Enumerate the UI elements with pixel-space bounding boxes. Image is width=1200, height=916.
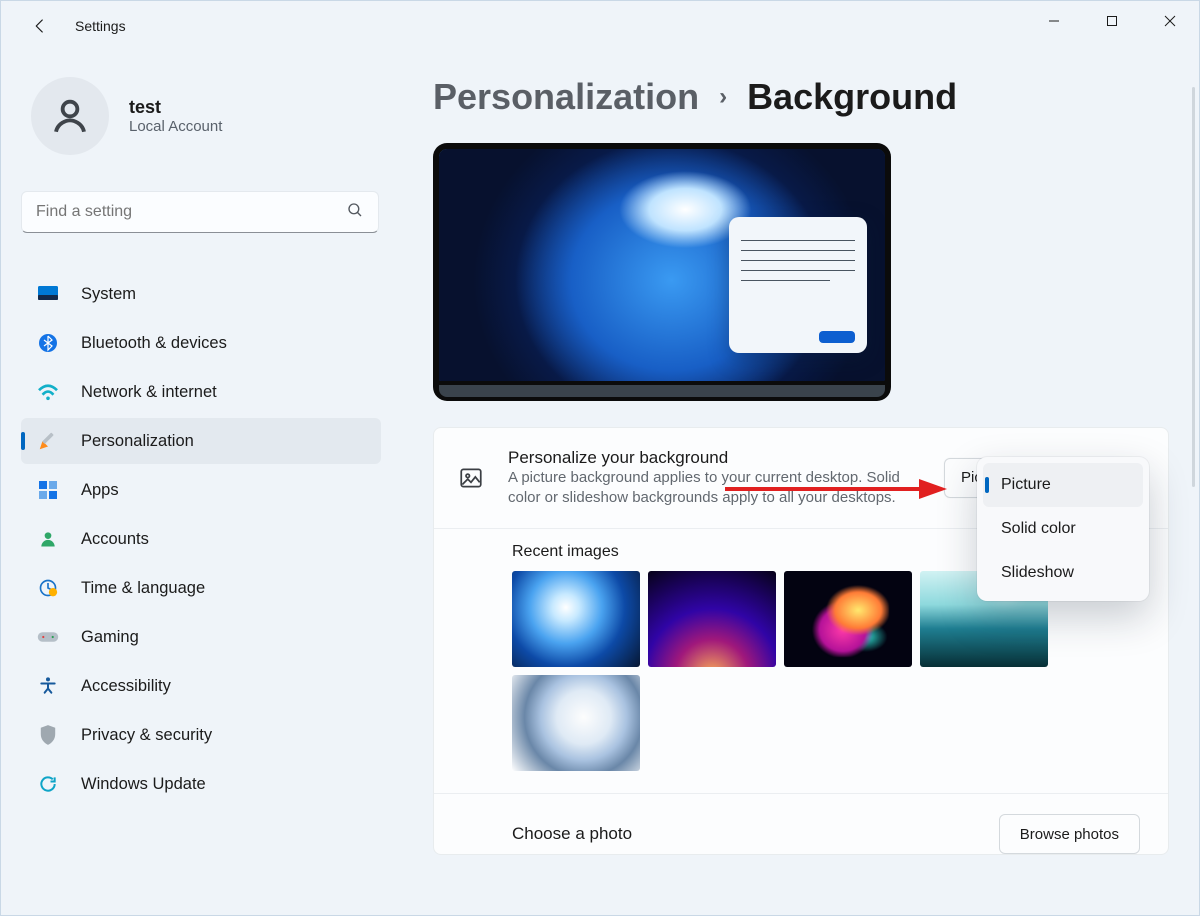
- menu-option-picture[interactable]: Picture: [983, 463, 1143, 507]
- menu-option-slideshow[interactable]: Slideshow: [983, 551, 1143, 595]
- choose-photo-label: Choose a photo: [512, 824, 632, 844]
- network-icon: [37, 381, 59, 403]
- bluetooth-icon: [37, 332, 59, 354]
- account-type: Local Account: [129, 118, 222, 135]
- sidebar-item-label: Accessibility: [81, 677, 171, 696]
- search-input[interactable]: [36, 203, 346, 221]
- apps-icon: [37, 479, 59, 501]
- sidebar-nav: System Bluetooth & devices Network & int…: [21, 271, 381, 807]
- sidebar-item-accounts[interactable]: Accounts: [21, 516, 381, 562]
- recent-image-thumb[interactable]: [512, 675, 640, 771]
- recent-image-thumb[interactable]: [784, 571, 912, 667]
- sidebar-item-label: Bluetooth & devices: [81, 334, 227, 353]
- sidebar-item-label: Personalization: [81, 432, 194, 451]
- avatar: [31, 77, 109, 155]
- picture-icon: [458, 465, 484, 491]
- sidebar-item-gaming[interactable]: Gaming: [21, 614, 381, 660]
- sidebar-item-label: Time & language: [81, 579, 205, 598]
- sidebar-item-apps[interactable]: Apps: [21, 467, 381, 513]
- recent-image-thumb[interactable]: [648, 571, 776, 667]
- personalization-icon: [37, 430, 59, 452]
- sidebar-item-windows-update[interactable]: Windows Update: [21, 761, 381, 807]
- app-title: Settings: [75, 18, 126, 34]
- account-block[interactable]: test Local Account: [21, 77, 381, 155]
- account-name: test: [129, 97, 222, 118]
- time-language-icon: [37, 577, 59, 599]
- breadcrumb-current: Background: [747, 77, 957, 117]
- windows-update-icon: [37, 773, 59, 795]
- search-box[interactable]: [21, 191, 379, 233]
- titlebar: Settings: [1, 1, 1199, 51]
- sidebar-item-time-language[interactable]: Time & language: [21, 565, 381, 611]
- sidebar-item-label: System: [81, 285, 136, 304]
- menu-option-solid-color[interactable]: Solid color: [983, 507, 1143, 551]
- setting-heading: Personalize your background: [508, 448, 920, 468]
- breadcrumb-parent[interactable]: Personalization: [433, 77, 699, 117]
- sidebar-item-accessibility[interactable]: Accessibility: [21, 663, 381, 709]
- setting-description: A picture background applies to your cur…: [508, 468, 920, 509]
- search-icon: [346, 201, 364, 224]
- sidebar-item-label: Windows Update: [81, 775, 206, 794]
- sidebar-item-network[interactable]: Network & internet: [21, 369, 381, 415]
- scrollbar[interactable]: [1192, 87, 1195, 487]
- sidebar-item-system[interactable]: System: [21, 271, 381, 317]
- close-button[interactable]: [1141, 1, 1199, 41]
- sidebar-item-personalization[interactable]: Personalization: [21, 418, 381, 464]
- sidebar-item-label: Privacy & security: [81, 726, 212, 745]
- sidebar-item-label: Accounts: [81, 530, 149, 549]
- sidebar-item-label: Network & internet: [81, 383, 217, 402]
- desktop-preview: [433, 143, 891, 401]
- minimize-button[interactable]: [1025, 1, 1083, 41]
- accounts-icon: [37, 528, 59, 550]
- gaming-icon: [37, 626, 59, 648]
- recent-image-thumb[interactable]: [512, 571, 640, 667]
- background-type-menu: Picture Solid color Slideshow: [977, 457, 1149, 601]
- preview-dialog-overlay: [729, 217, 867, 353]
- accessibility-icon: [37, 675, 59, 697]
- system-icon: [37, 283, 59, 305]
- choose-photo-row: Choose a photo Browse photos: [434, 794, 1168, 854]
- sidebar-item-bluetooth[interactable]: Bluetooth & devices: [21, 320, 381, 366]
- back-button[interactable]: [23, 9, 57, 43]
- sidebar-item-label: Gaming: [81, 628, 139, 647]
- maximize-button[interactable]: [1083, 1, 1141, 41]
- sidebar-item-privacy[interactable]: Privacy & security: [21, 712, 381, 758]
- privacy-icon: [37, 724, 59, 746]
- breadcrumb: Personalization › Background: [433, 77, 1171, 117]
- sidebar-item-label: Apps: [81, 481, 119, 500]
- chevron-right-icon: ›: [719, 84, 727, 110]
- browse-photos-button[interactable]: Browse photos: [999, 814, 1140, 854]
